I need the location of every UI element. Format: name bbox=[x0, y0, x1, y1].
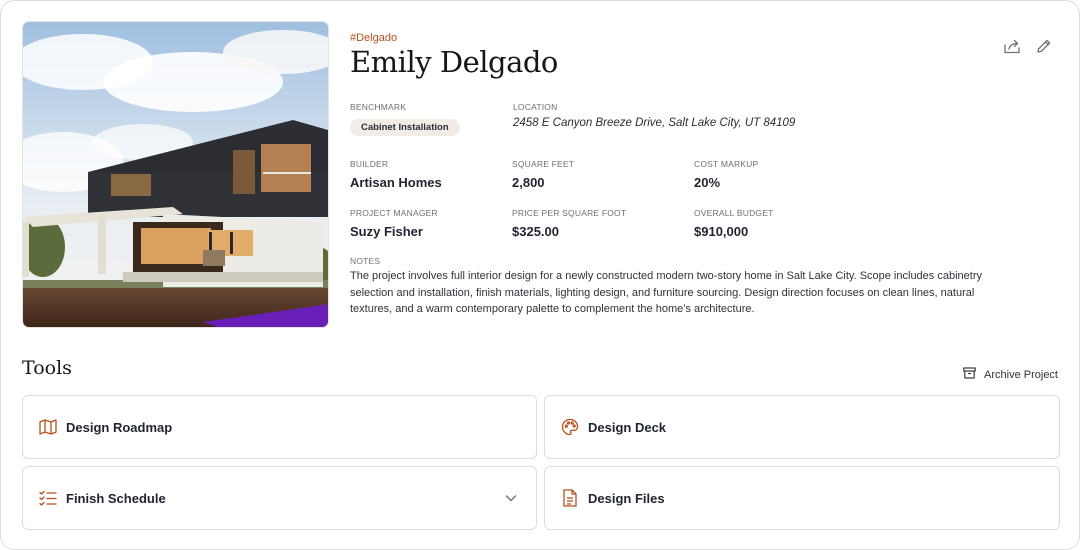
project-manager-label: PROJECT MANAGER bbox=[350, 208, 438, 218]
checklist-icon bbox=[38, 488, 58, 508]
location-value: 2458 E Canyon Breeze Drive, Salt Lake Ci… bbox=[513, 117, 796, 129]
project-manager-value: Suzy Fisher bbox=[350, 224, 423, 239]
builder-label: BUILDER bbox=[350, 159, 389, 169]
location-label: LOCATION bbox=[513, 102, 558, 112]
archive-box-icon bbox=[963, 367, 976, 382]
tool-card-label: Design Files bbox=[588, 490, 665, 506]
archive-project-label: Archive Project bbox=[984, 368, 1058, 381]
overall-budget-value: $910,000 bbox=[694, 224, 749, 239]
project-tag[interactable]: #Delgado bbox=[350, 32, 397, 44]
tool-card-label: Finish Schedule bbox=[66, 490, 166, 506]
page-title: Emily Delgado bbox=[350, 45, 558, 79]
square-feet-label: SQUARE FEET bbox=[512, 159, 575, 169]
cost-markup-label: COST MARKUP bbox=[694, 159, 759, 169]
map-icon bbox=[38, 417, 58, 437]
cost-markup-value: 20% bbox=[694, 175, 721, 190]
tool-card-design-deck[interactable]: Design Deck bbox=[544, 395, 1060, 459]
archive-project-button[interactable]: Archive Project bbox=[963, 367, 1058, 382]
project-card: #Delgado Emily Delgado BENCHMARK Cabinet… bbox=[0, 0, 1080, 550]
notes-label: NOTES bbox=[350, 256, 381, 266]
tool-card-label: Design Deck bbox=[588, 419, 667, 435]
tools-heading: Tools bbox=[22, 357, 72, 379]
tool-card-design-files[interactable]: Design Files bbox=[544, 466, 1060, 530]
tool-card-label: Design Roadmap bbox=[66, 419, 173, 435]
header-actions bbox=[1003, 37, 1053, 55]
document-icon bbox=[560, 488, 580, 508]
overall-budget-label: OVERALL BUDGET bbox=[694, 208, 774, 218]
price-per-sqft-label: PRICE PER SQUARE FOOT bbox=[512, 208, 627, 218]
palette-icon bbox=[560, 417, 580, 437]
tool-card-design-roadmap[interactable]: Design Roadmap bbox=[22, 395, 537, 459]
notes-text: The project involves full interior desig… bbox=[350, 270, 982, 315]
price-per-sqft-value: $325.00 bbox=[512, 224, 559, 239]
tool-card-finish-schedule[interactable]: Finish Schedule bbox=[22, 466, 537, 530]
share-icon[interactable] bbox=[1003, 37, 1021, 55]
benchmark-label: BENCHMARK bbox=[350, 102, 407, 112]
edit-pencil-icon[interactable] bbox=[1035, 37, 1053, 55]
builder-value: Artisan Homes bbox=[350, 175, 442, 190]
square-feet-value: 2,800 bbox=[512, 175, 545, 190]
chevron-down-icon[interactable] bbox=[504, 491, 518, 505]
benchmark-badge: Cabinet Installation bbox=[350, 119, 460, 136]
project-photo bbox=[22, 21, 329, 328]
